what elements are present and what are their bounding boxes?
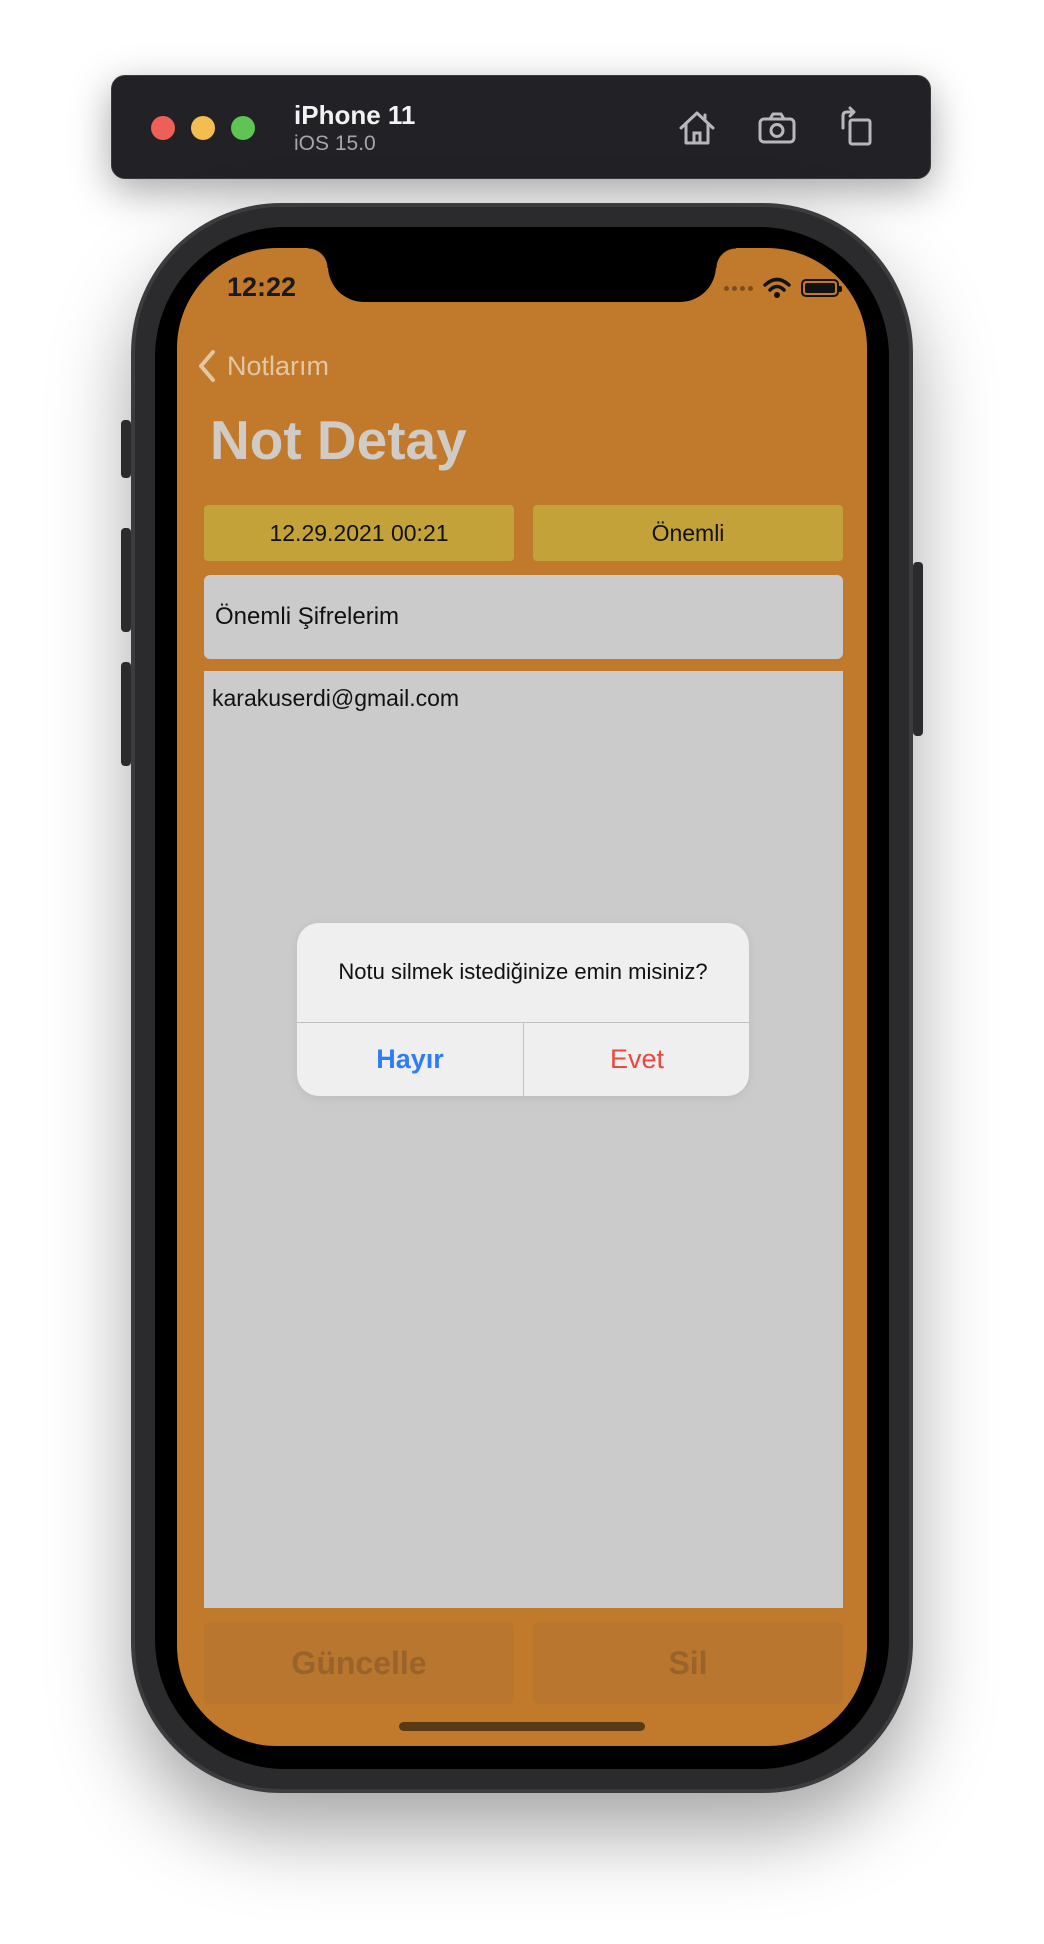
alert-cancel-button[interactable]: Hayır	[297, 1023, 523, 1096]
update-button[interactable]: Güncelle	[204, 1622, 514, 1704]
battery-icon	[801, 279, 842, 297]
alert-message: Notu silmek istediğinize emin misiniz?	[338, 959, 708, 984]
status-icons	[724, 276, 842, 300]
screenshot-icon	[758, 112, 796, 144]
simulator-title-bar: iPhone 11 iOS 15.0	[111, 75, 931, 179]
home-icon	[679, 111, 715, 145]
volume-up-button	[121, 528, 131, 632]
delete-button[interactable]: Sil	[533, 1622, 843, 1704]
date-button[interactable]: 12.29.2021 00:21	[204, 505, 514, 561]
note-title-field[interactable]: Önemli Şifrelerim	[204, 575, 843, 659]
minimize-window-button[interactable]	[191, 116, 215, 140]
device-name: iPhone 11	[294, 100, 416, 130]
status-time: 12:22	[227, 272, 297, 302]
simulator-stage: iPhone 11 iOS 15.0 12:22 Notlarım Not De…	[0, 0, 1044, 1944]
power-button	[913, 562, 923, 736]
screenshot-button[interactable]	[755, 106, 799, 150]
back-button[interactable]: Notlarım	[197, 346, 329, 386]
wifi-icon	[763, 277, 791, 298]
priority-button[interactable]: Önemli	[533, 505, 843, 561]
cellular-signal-icon	[724, 285, 753, 291]
home-indicator[interactable]	[399, 1722, 645, 1731]
notch	[308, 248, 736, 302]
alert-confirm-button[interactable]: Evet	[524, 1023, 749, 1096]
delete-confirm-alert: Notu silmek istediğinize emin misiniz? H…	[297, 923, 749, 1096]
close-window-button[interactable]	[151, 116, 175, 140]
volume-down-button	[121, 662, 131, 766]
mute-switch	[121, 420, 131, 478]
home-button[interactable]	[675, 106, 719, 150]
zoom-window-button[interactable]	[231, 116, 255, 140]
rotate-icon	[841, 106, 872, 146]
rotate-button[interactable]	[835, 106, 879, 150]
phone-screen: 12:22 Notlarım Not Detay 12.29.2021 00:2…	[177, 248, 867, 1746]
note-body-field[interactable]: karakuserdi@gmail.com	[204, 671, 843, 1608]
chevron-left-icon	[199, 350, 215, 382]
back-button-label: Notlarım	[227, 350, 330, 381]
page-title: Not Detay	[210, 409, 467, 471]
os-version: iOS 15.0	[294, 132, 376, 155]
